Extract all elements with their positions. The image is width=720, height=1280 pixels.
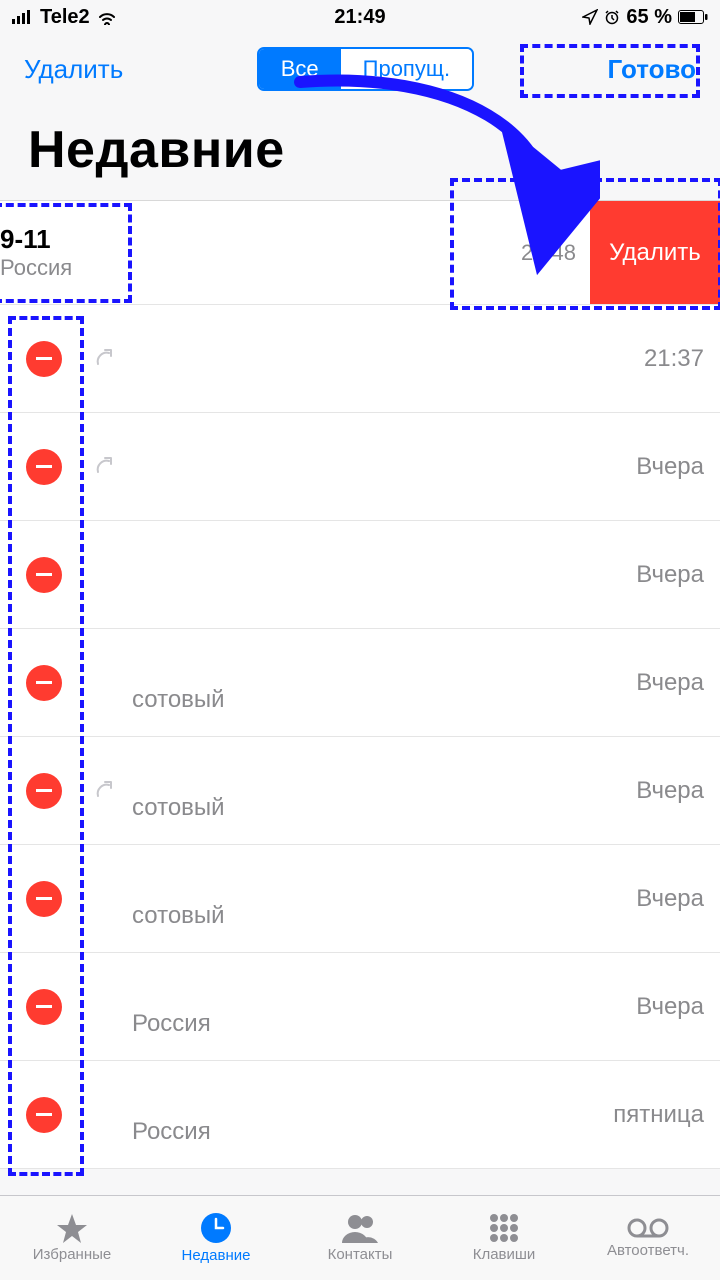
tab-label: Клавиши: [473, 1246, 536, 1263]
status-time: 21:49: [334, 6, 385, 29]
tab-bar: Избранные Недавние Контакты Клавиши Авто…: [0, 1195, 720, 1280]
recents-list: 9-11 Россия 21:48 Удалить 21:37 Вчера Вчер…: [0, 200, 720, 1169]
outgoing-call-icon: [86, 456, 122, 478]
segment-missed[interactable]: Пропущ.: [341, 49, 472, 89]
carrier-label: Tele2: [40, 6, 90, 29]
tab-label: Автоответч.: [607, 1242, 689, 1259]
row-subtitle: Россия: [0, 255, 72, 281]
recents-row[interactable]: сотовыйВчера: [0, 629, 720, 737]
row-subtitle: Россия: [132, 1010, 636, 1038]
recents-row[interactable]: сотовыйВчера: [0, 845, 720, 953]
recents-row[interactable]: Россияпятница: [0, 1061, 720, 1169]
recents-row[interactable]: Вчера: [0, 521, 720, 629]
recents-row[interactable]: РоссияВчера: [0, 953, 720, 1061]
delete-minus-button[interactable]: [26, 881, 62, 917]
star-icon: [56, 1213, 88, 1243]
row-delete-button[interactable]: Удалить: [590, 201, 720, 304]
row-subtitle: сотовый: [132, 686, 636, 714]
signal-icon: [12, 10, 34, 24]
tab-voicemail[interactable]: Автоответч.: [576, 1196, 720, 1280]
delete-minus-button[interactable]: [26, 989, 62, 1025]
voicemail-icon: [627, 1217, 669, 1239]
status-left: Tele2: [12, 6, 118, 29]
delete-minus-button[interactable]: [26, 665, 62, 701]
delete-minus-button[interactable]: [26, 341, 62, 377]
row-time: 21:37: [644, 345, 704, 373]
recents-row-swiped[interactable]: 9-11 Россия 21:48 Удалить: [0, 201, 720, 305]
outgoing-call-icon: [86, 348, 122, 370]
recents-row[interactable]: Вчера: [0, 413, 720, 521]
segmented-control: Все Пропущ.: [257, 47, 474, 91]
row-time: Вчера: [636, 561, 704, 589]
row-name: 9-11: [0, 224, 72, 255]
delete-minus-button[interactable]: [26, 557, 62, 593]
row-time: пятница: [613, 1101, 704, 1129]
row-subtitle: Россия: [132, 1118, 613, 1146]
row-subtitle: сотовый: [132, 902, 636, 930]
keypad-icon: [489, 1213, 519, 1243]
location-icon: [582, 9, 598, 25]
clock-icon: [200, 1212, 232, 1244]
clear-all-button[interactable]: Удалить: [24, 54, 123, 85]
nav-bar: Удалить Все Пропущ. Готово: [0, 34, 720, 104]
recents-row[interactable]: сотовыйВчера: [0, 737, 720, 845]
battery-percent: 65 %: [626, 6, 672, 29]
tab-keypad[interactable]: Клавиши: [432, 1196, 576, 1280]
wifi-icon: [96, 9, 118, 25]
tab-label: Избранные: [33, 1246, 111, 1263]
tab-recents[interactable]: Недавние: [144, 1196, 288, 1280]
row-time: Вчера: [636, 453, 704, 481]
segment-all[interactable]: Все: [259, 49, 341, 89]
contacts-icon: [342, 1213, 378, 1243]
row-time: Вчера: [636, 993, 704, 1021]
row-time: 21:48: [521, 240, 576, 266]
status-bar: Tele2 21:49 65 %: [0, 0, 720, 34]
page-title: Недавние: [0, 104, 720, 200]
tab-label: Контакты: [328, 1246, 393, 1263]
tab-favorites[interactable]: Избранные: [0, 1196, 144, 1280]
delete-minus-button[interactable]: [26, 1097, 62, 1133]
outgoing-call-icon: [86, 780, 122, 802]
row-time: Вчера: [636, 669, 704, 697]
recents-row[interactable]: 21:37: [0, 305, 720, 413]
row-time: Вчера: [636, 777, 704, 805]
row-subtitle: сотовый: [132, 794, 636, 822]
row-time: Вчера: [636, 885, 704, 913]
tab-contacts[interactable]: Контакты: [288, 1196, 432, 1280]
battery-icon: [678, 10, 708, 24]
delete-minus-button[interactable]: [26, 449, 62, 485]
alarm-icon: [604, 9, 620, 25]
tab-label: Недавние: [182, 1247, 251, 1264]
status-right: 65 %: [582, 6, 708, 29]
delete-minus-button[interactable]: [26, 773, 62, 809]
done-button[interactable]: Готово: [608, 54, 696, 85]
